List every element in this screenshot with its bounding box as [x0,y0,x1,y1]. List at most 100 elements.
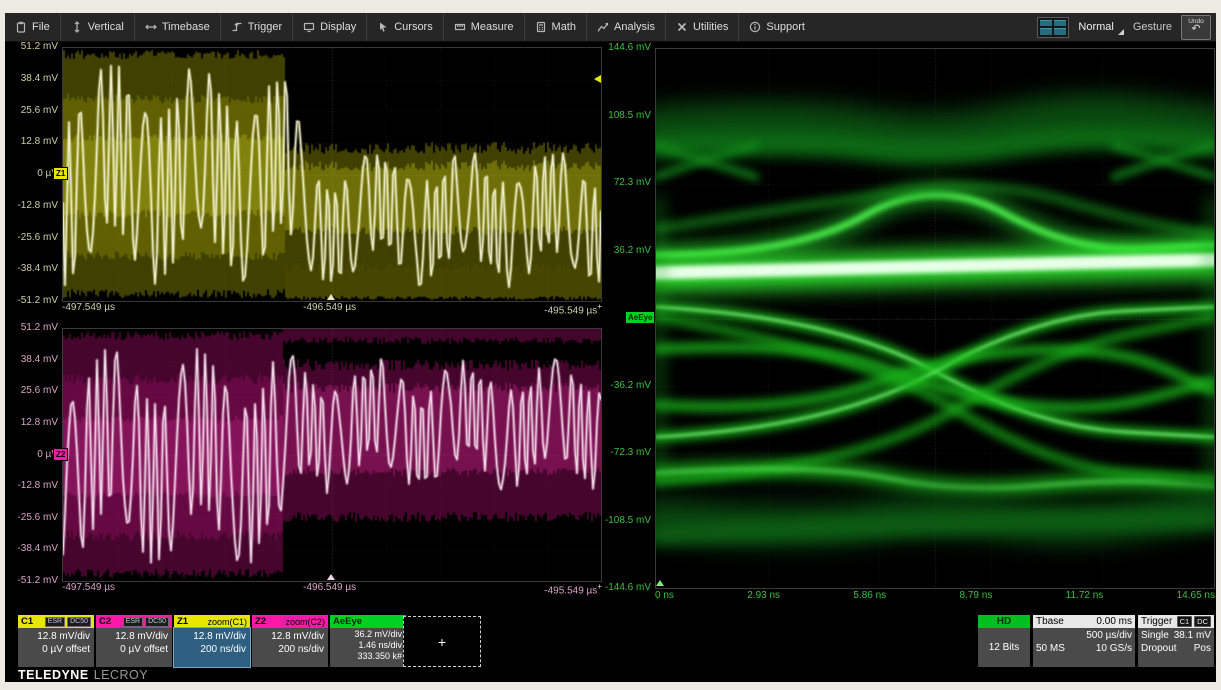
z1-waveform-plot[interactable] [62,47,602,302]
coupling-badge: DC50 [145,617,169,627]
menu-support[interactable]: Support [738,13,815,41]
z2-waveform-plot[interactable] [62,328,602,582]
trigger-body: Single 38.1 mV Dropout Pos [1138,628,1214,667]
sample-memory: 50 MS [1036,642,1065,655]
eye-x-axis-labels: 0 ns2.93 ns5.86 ns8.79 ns11.72 ns14.65 n… [655,590,1215,601]
x-axis-tick-label: 14.65 ns [1177,590,1215,601]
trigger-level-marker-icon[interactable] [594,75,601,83]
y-axis-tick-label: 72.3 mV [614,176,651,189]
x-axis-tick-label: -495.549 µs+ [544,302,602,316]
menu-trigger[interactable]: Trigger [220,13,292,41]
math-calculator-icon [535,21,547,33]
menu-label: Trigger [248,21,282,33]
grid-square-icon [1054,20,1066,27]
z1-zoom-position-marker-icon[interactable] [327,294,335,300]
menu-cursors[interactable]: Cursors [366,13,443,41]
x-axis-tick-label: 0 ns [655,590,674,601]
time-per-div: 200 ns/div [174,643,246,656]
trigger-type: Dropout [1141,642,1177,655]
descriptor-c1[interactable]: C1 ESR DC50 12.8 mV/div 0 µV offset [18,615,94,667]
file-icon [15,21,27,33]
menu-analysis[interactable]: Analysis [586,13,665,41]
y-axis-tick-label: -108.5 mV [605,514,651,527]
descriptor-aeeye[interactable]: AeEye 36.2 mV/div 1.46 ns/div 333.350 k# [330,615,406,667]
eye-zero-level-badge[interactable]: AeEye [625,311,655,324]
esr-badge: ESR [45,617,65,627]
trace-source: zoom(C2) [285,617,325,627]
descriptor-z2[interactable]: Z2 zoom(C2) 12.8 mV/div 200 ns/div [252,615,328,667]
menu-vertical[interactable]: Vertical [60,13,134,41]
trace-id: AeEye [333,616,362,627]
x-axis-tick-label: -495.549 µs+ [544,582,602,596]
analysis-chart-icon [597,21,609,33]
gesture-toggle[interactable]: Gesture [1133,21,1172,33]
y-axis-tick-label: -38.4 mV [17,262,58,275]
menu-measure[interactable]: Measure [443,13,524,41]
y-axis-tick-label: 51.2 mV [21,321,58,334]
y-axis-tick-label: 25.6 mV [21,384,58,397]
descriptor-z1[interactable]: Z1 zoom(C1) 12.8 mV/div 200 ns/div [174,615,250,667]
timebase-box[interactable]: Tbase 0.00 ms 500 µs/div 50 MS 10 GS/s [1033,615,1135,667]
trigger-source-badge: C1 [1177,616,1193,627]
trigger-badges: C1 DC [1177,616,1211,627]
display-mode-selector[interactable]: Normal [1078,21,1123,33]
horizontal-arrows-icon [145,21,157,33]
grid-view-button[interactable] [1037,17,1069,38]
dropdown-corner-icon [1118,29,1124,35]
timebase-header: Tbase 0.00 ms [1033,615,1135,628]
oscilloscope-window: File Vertical Timebase Trigger Display C… [5,13,1216,682]
eye-trigger-position-marker-icon [656,580,664,586]
trigger-header: Trigger C1 DC [1138,615,1214,628]
utilities-tools-icon [676,21,688,33]
x-axis-tick-label: 2.93 ns [747,590,780,601]
measure-ruler-icon [454,21,466,33]
y-axis-tick-label: -25.6 mV [17,511,58,524]
menu-timebase[interactable]: Timebase [134,13,220,41]
z2-x-axis-labels: -497.549 µs -496.549 µs -495.549 µs+ [62,582,602,596]
trigger-time-marker: + [597,302,602,311]
y-axis-tick-label: 12.8 mV [21,135,58,148]
z2-zero-level-badge[interactable]: Z2 [53,448,68,461]
z2-zoom-position-marker-icon[interactable] [327,574,335,580]
undo-button[interactable]: Undo ↶ [1181,15,1211,40]
y-axis-tick-label: 36.2 mV [614,244,651,257]
support-info-icon [749,21,761,33]
scale-per-div: 12.8 mV/div [174,630,246,643]
descriptor-header: Z1 zoom(C1) [174,615,250,628]
menu-label: Measure [471,21,514,33]
vertical-arrows-icon [71,21,83,33]
descriptor-header: C2 ESR DC50 [96,615,172,628]
menu-label: Analysis [614,21,655,33]
eye-diagram-plot[interactable] [655,48,1215,589]
y-axis-tick-label: -12.8 mV [17,199,58,212]
z1-zero-level-badge[interactable]: Z1 [53,167,68,180]
descriptor-body: 12.8 mV/div 0 µV offset [18,628,94,667]
y-axis-tick-label: 25.6 mV [21,104,58,117]
timebase-delay: 0.00 ms [1096,616,1132,627]
hd-header: HD [978,615,1030,628]
trigger-mode: Single [1141,629,1169,642]
menu-math[interactable]: Math [524,13,586,41]
menu-display[interactable]: Display [292,13,366,41]
hd-mode-box[interactable]: HD 12 Bits [978,615,1030,667]
x-axis-tick-label: -497.549 µs [62,582,115,596]
z2-y-axis-labels: 51.2 mV38.4 mV25.6 mV12.8 mV0 µV-12.8 mV… [5,321,58,587]
menu-label: Support [766,21,805,33]
header-badges: ESR DC50 [123,617,169,627]
menu-label: File [32,21,50,33]
y-axis-tick-label: -38.4 mV [17,542,58,555]
trace-id: Z2 [255,616,266,627]
y-axis-tick-label: 12.8 mV [21,416,58,429]
trace-id: Z1 [177,616,188,627]
y-axis-tick-label: 38.4 mV [21,72,58,85]
menu-utilities[interactable]: Utilities [665,13,738,41]
trigger-coupling-badge: DC [1194,616,1211,627]
menu-file[interactable]: File [5,13,60,41]
trigger-box[interactable]: Trigger C1 DC Single 38.1 mV Dropout Pos [1138,615,1214,667]
time-per-div: 1.46 ns/div [330,640,402,651]
descriptor-c2[interactable]: C2 ESR DC50 12.8 mV/div 0 µV offset [96,615,172,667]
y-axis-tick-label: 144.6 mV [608,41,651,54]
channel-id: C2 [99,616,111,627]
x-axis-tick-label: 8.79 ns [960,590,993,601]
add-trace-button[interactable]: + [403,616,481,667]
